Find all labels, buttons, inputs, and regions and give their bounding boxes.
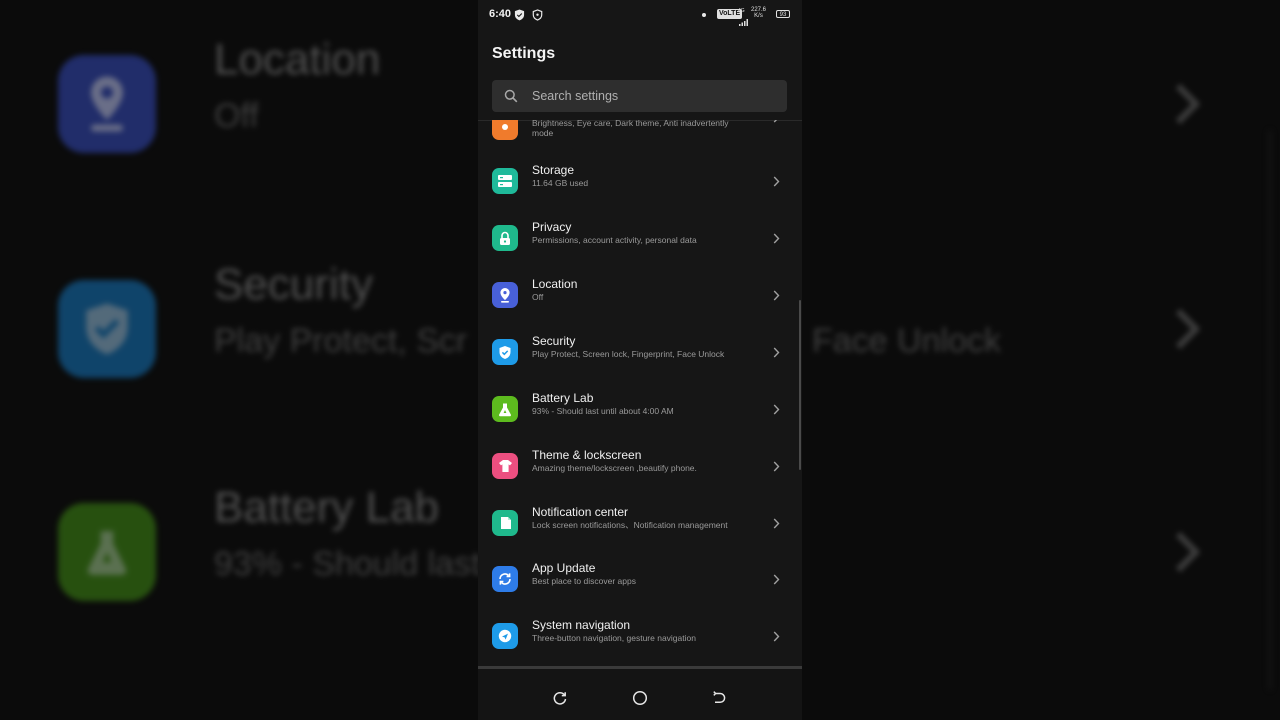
settings-item-subtitle: Amazing theme/lockscreen ,beautify phone…: [532, 463, 697, 473]
settings-item-title: Battery Lab: [532, 391, 594, 405]
notification-icon: [492, 510, 518, 536]
chevron-right-icon: [773, 402, 780, 420]
settings-item-subtitle: Three-button navigation, gesture navigat…: [532, 633, 696, 643]
settings-item-subtitle: Permissions, account activity, personal …: [532, 235, 697, 245]
settings-item-subtitle: Play Protect, Screen lock, Fingerprint, …: [532, 349, 725, 359]
shield-check-icon: [492, 339, 518, 365]
chevron-right-icon: [773, 288, 780, 306]
settings-item-title: Storage: [532, 163, 575, 177]
navigation-icon: [492, 623, 518, 649]
shield-check-icon: [58, 280, 156, 378]
lock-icon: [492, 225, 518, 251]
network-speed: 227.6 K/s: [751, 7, 766, 19]
status-time: 6:40: [489, 8, 512, 20]
search-icon: [504, 89, 518, 108]
settings-item-title: System navigation: [532, 618, 631, 632]
status-bar: 6:40 VoLTE 4G 227.6 K/s 93: [478, 0, 802, 28]
settings-item-battery-lab[interactable]: Battery Lab 93% - Should last until abou…: [478, 391, 802, 452]
chevron-right-icon: [773, 516, 780, 534]
chevron-right-icon: [773, 174, 780, 192]
settings-item-security[interactable]: Security Play Protect, Screen lock, Fing…: [478, 334, 802, 395]
settings-item-title: App Update: [532, 561, 596, 575]
settings-item-subtitle: Brightness, Eye care, Dark theme, Anti i…: [532, 120, 729, 128]
settings-item-display[interactable]: Brightness, Eye care, Dark theme, Anti i…: [478, 120, 802, 170]
storage-icon: [492, 168, 518, 194]
chevron-right-icon: [773, 231, 780, 249]
shield-outline-icon: [532, 8, 543, 26]
settings-item-location[interactable]: Location Off: [478, 277, 802, 338]
battery-level: 93: [779, 12, 787, 18]
flask-icon: [492, 396, 518, 422]
search-input[interactable]: [532, 80, 772, 112]
chevron-right-icon: [1172, 531, 1202, 578]
settings-item-theme[interactable]: Theme & lockscreen Amazing theme/lockscr…: [478, 448, 802, 509]
flask-icon: [58, 503, 156, 601]
settings-item-subtitle: 11.64 GB used: [532, 178, 589, 188]
back-button[interactable]: [710, 689, 728, 707]
home-icon: [632, 690, 648, 706]
settings-list: Brightness, Eye care, Dark theme, Anti i…: [478, 120, 802, 668]
settings-item-title: Security: [532, 334, 576, 348]
home-button[interactable]: [631, 689, 649, 707]
settings-item-subtitle: Lock screen notifications、Notification m…: [532, 520, 728, 530]
notification-dot: [702, 13, 706, 17]
bg-scrollbar: [1268, 130, 1272, 690]
location-pin-icon: [492, 282, 518, 308]
navigation-bar: [478, 669, 802, 720]
settings-item-app-update[interactable]: App Update Best place to discover apps: [478, 561, 802, 622]
search-bar[interactable]: [492, 80, 787, 112]
chevron-right-icon: [1172, 83, 1202, 130]
page-title: Settings: [492, 45, 556, 62]
bg-battery-subtitle: 93% - Should last: [214, 545, 481, 583]
location-pin-icon: [58, 55, 156, 153]
display-icon: [492, 120, 518, 140]
chevron-right-icon: [773, 345, 780, 363]
settings-item-notification-center[interactable]: Notification center Lock screen notifica…: [478, 505, 802, 566]
settings-item-subtitle: 93% - Should last until about 4:00 AM: [532, 406, 674, 416]
settings-item-privacy[interactable]: Privacy Permissions, account activity, p…: [478, 220, 802, 281]
phone-screen: 6:40 VoLTE 4G 227.6K/s 93 Settings Brigh…: [478, 0, 802, 720]
settings-item-title: Theme & lockscreen: [532, 448, 642, 462]
bg-battery-title: Battery Lab: [214, 483, 440, 532]
shirt-icon: [492, 453, 518, 479]
settings-item-subtitle: Best place to discover apps: [532, 576, 636, 586]
back-icon: [713, 691, 726, 704]
recents-button[interactable]: [551, 689, 569, 707]
scrollbar-thumb[interactable]: [799, 300, 801, 470]
bg-security-title: Security: [214, 260, 373, 309]
bg-security-subtitle: Play Protect, Scr: [214, 322, 468, 360]
settings-item-system-navigation[interactable]: System navigation Three-button navigatio…: [478, 618, 802, 668]
settings-item-title: Location: [532, 277, 578, 291]
bg-location-title: Location: [214, 35, 381, 84]
network-speed-unit: K/s: [754, 13, 763, 19]
chevron-right-icon: [773, 629, 780, 647]
bg-security-subtitle-right: Face Unlock: [812, 322, 1001, 360]
signal-icon: [739, 13, 748, 31]
refresh-icon: [492, 566, 518, 592]
chevron-right-icon: [773, 459, 780, 477]
bg-location-subtitle: Off: [214, 97, 259, 135]
battery-icon: 93: [776, 10, 790, 18]
settings-item-subtitle: Off: [532, 292, 544, 302]
shield-notification-icon: [514, 8, 525, 26]
settings-item-title: Privacy: [532, 220, 572, 234]
recents-icon: [553, 691, 567, 705]
settings-item-storage[interactable]: Storage 11.64 GB used: [478, 163, 802, 224]
settings-item-title: Notification center: [532, 505, 629, 519]
settings-item-subtitle-line2: mode: [532, 128, 554, 138]
chevron-right-icon: [1172, 308, 1202, 355]
chevron-right-icon: [773, 572, 780, 590]
chevron-right-icon: [773, 120, 780, 128]
